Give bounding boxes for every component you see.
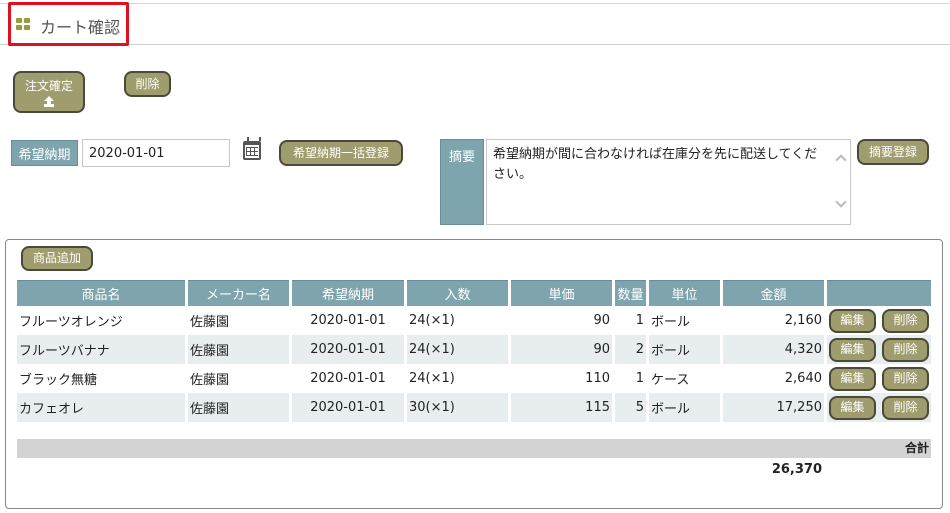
cell-product: カフェオレ (17, 393, 185, 422)
cell-amount: 4,320 (723, 335, 824, 364)
cell-actions: 編集 削除 (827, 393, 931, 422)
scroll-up-icon[interactable] (835, 154, 847, 166)
cell-product: フルーツオレンジ (19, 315, 123, 330)
cell-qty: 5 (615, 393, 646, 422)
cell-pack: 24(×1) (409, 313, 455, 328)
cell-unit: ボール (651, 315, 691, 330)
page-title: カート確認 (40, 18, 121, 37)
edit-button[interactable]: 編集 (829, 337, 876, 362)
total-value: 26,370 (771, 462, 822, 477)
cell-date: 2020-01-01 (310, 313, 386, 328)
col-header-date: 希望納期 (292, 280, 404, 306)
row-delete-button[interactable]: 削除 (882, 308, 929, 333)
delete-button[interactable]: 削除 (124, 71, 171, 97)
cell-unit: ケース (651, 373, 690, 388)
cell-actions: 編集 削除 (827, 335, 931, 364)
top-bar (0, 3, 950, 45)
cell-qty: 1 (635, 313, 644, 328)
col-header-maker: メーカー名 (188, 280, 289, 306)
cell-price: 115 (511, 393, 612, 422)
cell-amount: 2,640 (784, 371, 822, 386)
total-label: 合計 (904, 441, 929, 455)
cell-date: 2020-01-01 (292, 393, 404, 422)
cell-maker: 佐藤園 (188, 393, 289, 422)
cell-unit: ボール (649, 335, 720, 364)
cell-date: 2020-01-01 (310, 371, 386, 386)
total-bar: 合計 (17, 439, 931, 458)
memo-register-button[interactable]: 摘要登録 (857, 139, 929, 165)
cell-date: 2020-01-01 (292, 335, 404, 364)
order-confirm-label: 注文確定 (24, 78, 73, 93)
cell-qty: 1 (635, 371, 644, 386)
scroll-down-icon[interactable] (835, 196, 847, 210)
table-row: ブラック無糖 佐藤園 2020-01-01 24(×1) 110 1 ケース 2… (17, 364, 931, 393)
col-header-amount: 金額 (723, 280, 824, 306)
cell-amount: 2,160 (784, 313, 822, 328)
cell-unit: ボール (649, 393, 720, 422)
delivery-date-input[interactable] (82, 139, 230, 167)
table-row: カフェオレ 佐藤園 2020-01-01 30(×1) 115 5 ボール 17… (17, 393, 931, 422)
col-header-qty: 数量 (615, 280, 646, 306)
row-delete-button[interactable]: 削除 (882, 366, 929, 391)
cell-pack: 24(×1) (407, 335, 508, 364)
table-header-row: 商品名 メーカー名 希望納期 入数 単価 数量 単位 金額 (17, 280, 931, 306)
cell-maker: 佐藤園 (190, 315, 230, 330)
cell-price: 110 (585, 371, 610, 386)
col-header-price: 単価 (511, 280, 612, 306)
col-header-actions (827, 280, 931, 306)
add-product-button[interactable]: 商品追加 (21, 246, 93, 271)
cell-maker: 佐藤園 (188, 335, 289, 364)
cell-qty: 2 (615, 335, 646, 364)
row-delete-button[interactable]: 削除 (882, 395, 929, 420)
cart-panel: 商品追加 商品名 メーカー名 希望納期 入数 単価 数量 単位 金額 フルーツオ… (5, 239, 943, 509)
col-header-unit: 単位 (649, 280, 720, 306)
col-header-product: 商品名 (17, 280, 185, 306)
col-header-pack: 入数 (407, 280, 508, 306)
bulk-delivery-register-button[interactable]: 希望納期一括登録 (279, 140, 403, 166)
cell-product: ブラック無糖 (19, 373, 98, 388)
memo-textarea[interactable]: 希望納期が間に合わなければ在庫分を先に配送してください。 (486, 139, 851, 225)
edit-button[interactable]: 編集 (829, 308, 876, 333)
row-delete-button[interactable]: 削除 (882, 337, 929, 362)
cell-maker: 佐藤園 (190, 373, 230, 388)
memo-text: 希望納期が間に合わなければ在庫分を先に配送してください。 (493, 147, 818, 182)
cell-pack: 30(×1) (407, 393, 508, 422)
table-row: フルーツバナナ 佐藤園 2020-01-01 24(×1) 90 2 ボール 4… (17, 335, 931, 364)
cell-pack: 24(×1) (409, 371, 455, 386)
table-row: フルーツオレンジ 佐藤園 2020-01-01 24(×1) 90 1 ボール … (17, 306, 931, 335)
cell-product: フルーツバナナ (17, 335, 185, 364)
delivery-date-label: 希望納期 (11, 140, 78, 166)
memo-label: 摘要 (440, 139, 484, 225)
upload-icon (43, 96, 55, 107)
cell-actions: 編集 削除 (827, 306, 931, 335)
page-title-box: カート確認 (8, 2, 129, 46)
cell-price: 90 (511, 335, 612, 364)
cell-amount: 17,250 (723, 393, 824, 422)
calendar-icon[interactable] (243, 137, 261, 160)
cell-price: 90 (593, 313, 610, 328)
edit-button[interactable]: 編集 (829, 395, 876, 420)
order-confirm-button[interactable]: 注文確定 (13, 71, 85, 113)
cart-table: 商品名 メーカー名 希望納期 入数 単価 数量 単位 金額 フルーツオレンジ 佐… (14, 280, 934, 422)
cell-actions: 編集 削除 (827, 364, 931, 393)
edit-button[interactable]: 編集 (829, 366, 876, 391)
grid-icon (16, 18, 30, 31)
